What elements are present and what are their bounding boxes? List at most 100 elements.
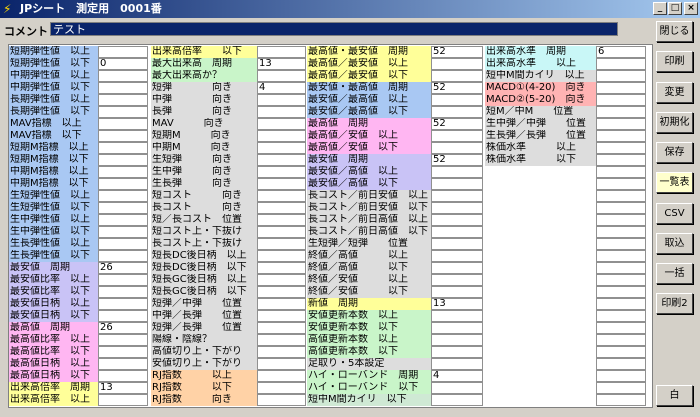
batch-button[interactable]: 一括 [656, 263, 693, 284]
param-value-input[interactable] [98, 358, 148, 370]
param-value-input[interactable] [431, 214, 483, 226]
param-value-input[interactable]: 6 [596, 46, 646, 58]
param-value-input[interactable] [257, 118, 306, 130]
param-value-input[interactable] [596, 82, 646, 94]
param-value-input[interactable] [257, 274, 306, 286]
param-value-input[interactable] [98, 214, 148, 226]
param-value-input[interactable] [596, 106, 646, 118]
param-value-input[interactable] [98, 298, 148, 310]
param-value-input[interactable] [431, 310, 483, 322]
param-value-input[interactable] [596, 226, 646, 238]
import-button[interactable]: 取込 [656, 233, 693, 254]
param-value-input[interactable] [98, 82, 148, 94]
param-value-input[interactable]: 26 [98, 322, 148, 334]
param-value-input[interactable] [257, 238, 306, 250]
param-value-input[interactable] [98, 106, 148, 118]
param-value-input[interactable] [257, 298, 306, 310]
param-value-input[interactable] [98, 334, 148, 346]
param-value-input[interactable] [257, 46, 306, 58]
param-value-input[interactable] [431, 142, 483, 154]
param-value-input[interactable] [98, 190, 148, 202]
param-value-input[interactable] [596, 142, 646, 154]
param-value-input[interactable] [596, 190, 646, 202]
param-value-input[interactable] [98, 70, 148, 82]
param-value-input[interactable]: 52 [431, 82, 483, 94]
param-value-input[interactable] [431, 262, 483, 274]
param-value-input[interactable] [98, 238, 148, 250]
param-value-input[interactable] [596, 346, 646, 358]
param-value-input[interactable] [431, 94, 483, 106]
param-value-input[interactable] [431, 226, 483, 238]
param-value-input[interactable] [98, 166, 148, 178]
param-value-input[interactable] [596, 358, 646, 370]
param-value-input[interactable] [257, 70, 306, 82]
save-button[interactable]: 保存 [656, 142, 693, 163]
list-table-button[interactable]: 一覧表 [656, 172, 693, 193]
param-value-input[interactable] [257, 394, 306, 406]
param-value-input[interactable] [596, 334, 646, 346]
param-value-input[interactable] [596, 310, 646, 322]
print-button[interactable]: 印刷 [656, 51, 693, 72]
param-value-input[interactable]: 0 [98, 58, 148, 70]
param-value-input[interactable] [596, 286, 646, 298]
param-value-input[interactable] [257, 142, 306, 154]
initialize-button[interactable]: 初期化 [656, 112, 693, 133]
param-value-input[interactable] [431, 106, 483, 118]
param-value-input[interactable] [431, 130, 483, 142]
param-value-input[interactable] [596, 70, 646, 82]
param-value-input[interactable]: 13 [98, 382, 148, 394]
close-button[interactable]: 閉じる [656, 21, 693, 42]
param-value-input[interactable] [596, 178, 646, 190]
param-value-input[interactable] [98, 142, 148, 154]
param-value-input[interactable] [257, 154, 306, 166]
param-value-input[interactable] [98, 154, 148, 166]
param-value-input[interactable] [257, 358, 306, 370]
param-value-input[interactable] [596, 166, 646, 178]
param-value-input[interactable] [431, 382, 483, 394]
param-value-input[interactable]: 13 [257, 58, 306, 70]
param-value-input[interactable] [257, 262, 306, 274]
param-value-input[interactable] [596, 118, 646, 130]
param-value-input[interactable] [257, 226, 306, 238]
param-value-input[interactable] [431, 238, 483, 250]
param-value-input[interactable] [431, 322, 483, 334]
param-value-input[interactable] [257, 190, 306, 202]
param-value-input[interactable] [431, 394, 483, 406]
param-value-input[interactable]: 13 [431, 298, 483, 310]
param-value-input[interactable]: 52 [431, 118, 483, 130]
param-value-input[interactable] [257, 94, 306, 106]
param-value-input[interactable] [596, 262, 646, 274]
param-value-input[interactable] [431, 70, 483, 82]
param-value-input[interactable]: 4 [431, 370, 483, 382]
param-value-input[interactable] [431, 202, 483, 214]
change-button[interactable]: 変更 [656, 82, 693, 103]
param-value-input[interactable] [596, 370, 646, 382]
param-value-input[interactable] [98, 274, 148, 286]
param-value-input[interactable] [431, 286, 483, 298]
param-value-input[interactable] [98, 130, 148, 142]
param-value-input[interactable] [98, 226, 148, 238]
comment-input[interactable]: テスト [50, 22, 618, 36]
param-value-input[interactable] [257, 214, 306, 226]
param-value-input[interactable] [596, 154, 646, 166]
param-value-input[interactable]: 52 [431, 46, 483, 58]
param-value-input[interactable] [98, 118, 148, 130]
param-value-input[interactable] [596, 250, 646, 262]
param-value-input[interactable] [257, 286, 306, 298]
param-value-input[interactable] [596, 202, 646, 214]
param-value-input[interactable]: 4 [257, 82, 306, 94]
param-value-input[interactable] [257, 250, 306, 262]
param-value-input[interactable] [98, 394, 148, 406]
param-value-input[interactable] [257, 346, 306, 358]
param-value-input[interactable] [257, 370, 306, 382]
param-value-input[interactable] [596, 322, 646, 334]
param-value-input[interactable] [257, 130, 306, 142]
param-value-input[interactable] [98, 310, 148, 322]
param-value-input[interactable] [596, 58, 646, 70]
param-value-input[interactable] [257, 322, 306, 334]
minimize-button[interactable]: _ [653, 2, 667, 15]
param-value-input[interactable] [98, 178, 148, 190]
param-value-input[interactable] [596, 274, 646, 286]
param-value-input[interactable] [596, 130, 646, 142]
param-value-input[interactable] [431, 274, 483, 286]
